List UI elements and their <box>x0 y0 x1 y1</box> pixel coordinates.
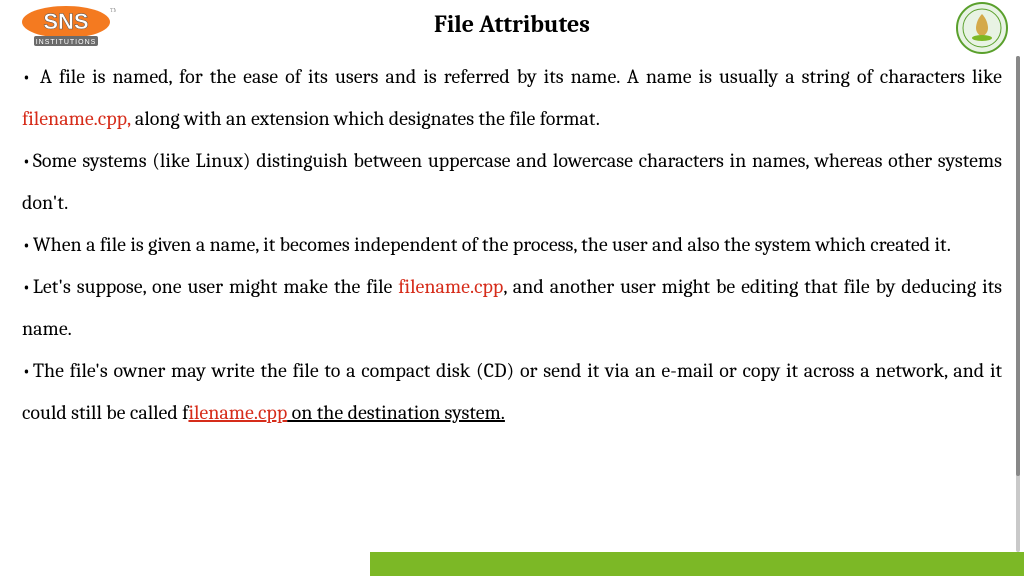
slide: SNS INSTITUTIONS TM File Attributes A fi… <box>0 0 1024 576</box>
bullet-2: Some systems (like Linux) distinguish be… <box>22 140 1002 224</box>
page-title: File Attributes <box>0 10 1024 38</box>
content-body: A file is named, for the ease of its use… <box>22 56 1002 434</box>
bullet-1: A file is named, for the ease of its use… <box>22 56 1002 140</box>
bullet-5: The file's owner may write the file to a… <box>22 350 1002 434</box>
scrollbar[interactable] <box>1016 56 1020 552</box>
bullet-4: Let's suppose, one user might make the f… <box>22 266 1002 350</box>
bullet-3: When a file is given a name, it becomes … <box>22 224 1002 266</box>
footer-bar <box>370 552 1024 576</box>
svg-text:INSTITUTIONS: INSTITUTIONS <box>36 39 97 46</box>
scroll-thumb[interactable] <box>1016 56 1020 476</box>
